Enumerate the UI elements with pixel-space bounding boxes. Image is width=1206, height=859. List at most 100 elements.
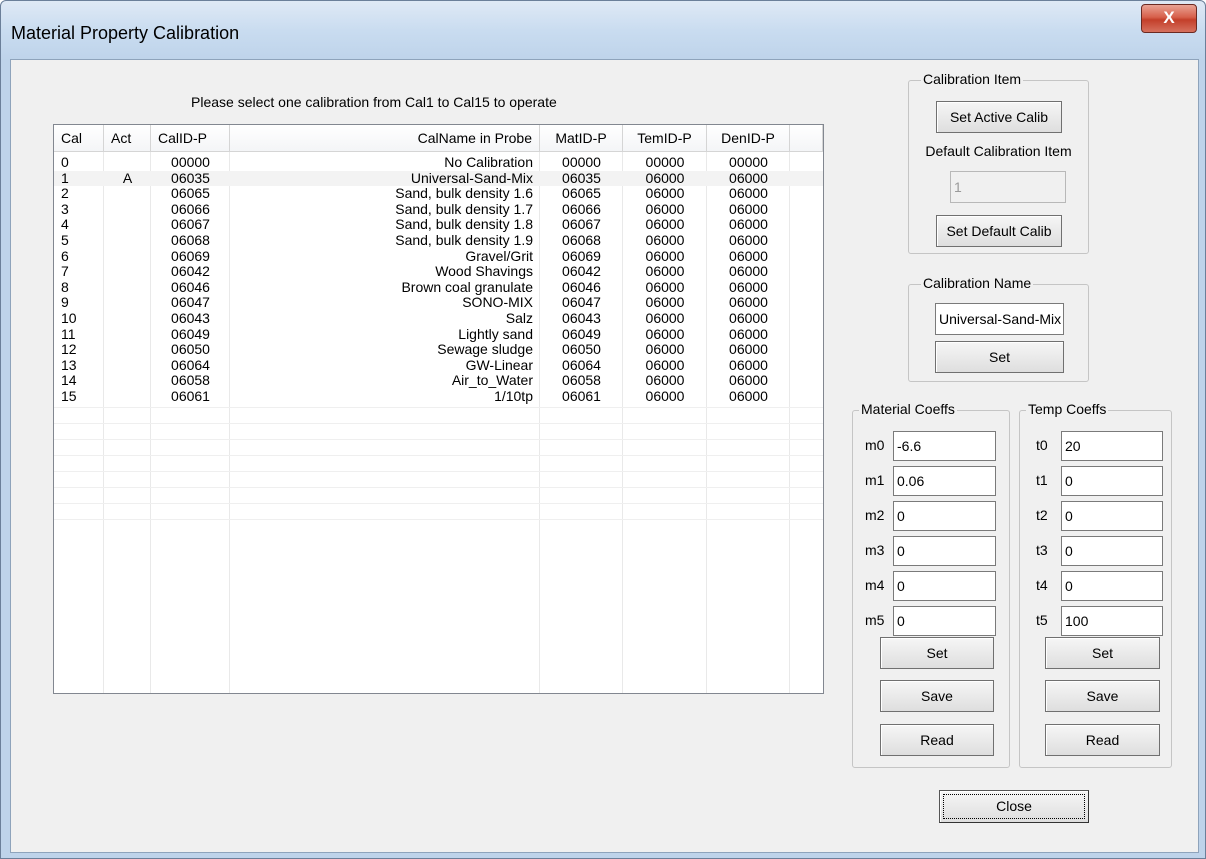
table-cell: 06000 [645,278,685,295]
dialog-window: Material Property Calibration X Please s… [0,0,1206,859]
table-row[interactable]: 14 06058 Air_to_Water 06058 06000 06000 [54,373,823,388]
table-cell: 06066 [171,200,210,217]
temp-coeffs-label: t0 [1036,437,1048,453]
temp-coeffs-field[interactable]: 0 [1061,466,1163,496]
set-calibration-name-button[interactable]: Set [935,341,1064,373]
calibration-table[interactable]: Cal Act CalID-P CalName in Probe MatID-P… [53,124,824,694]
table-cell: 00000 [562,154,601,170]
material-coeffs-label: m2 [865,507,885,523]
table-cell: 5 [61,232,69,248]
material-coeffs-field[interactable]: 0 [893,536,996,566]
table-cell: 06000 [645,263,685,280]
table-cell: 0 [61,154,69,170]
table-row[interactable]: 6 06069 Gravel/Grit 06069 06000 06000 [54,247,823,264]
table-cell: Sand, bulk density 1.6 [395,185,533,202]
table-cell: 06000 [645,356,685,373]
table-cell: 06069 [562,247,601,264]
calibration-item-group: Calibration Item Set Active Calib Defaul… [908,71,1089,254]
dialog-client-area: Please select one calibration from Cal1 … [10,59,1199,853]
table-cell: 06000 [645,388,685,404]
table-cell: 06000 [729,388,768,404]
table-cell: 06049 [562,325,601,342]
table-row[interactable]: 3 06066 Sand, bulk density 1.7 06066 06000 06… [54,200,823,217]
table-cell: 06043 [562,310,601,326]
material-coeffs-field[interactable]: 0 [893,501,996,531]
table-row[interactable]: 7 06042 Wood Shavings 06042 06000 06000 [54,264,823,279]
table-cell: 6 [61,247,69,264]
material-coeffs-field[interactable]: 0 [893,571,996,601]
table-row[interactable]: 13 06064 GW-Linear 06064 06000 06000 [54,356,823,373]
temp-coeffs-field[interactable]: 0 [1061,536,1163,566]
column-header-act[interactable]: Act [104,125,151,152]
table-cell: 06000 [645,294,685,311]
temp-save-button[interactable]: Save [1045,680,1160,712]
column-header-denid[interactable]: DenID-P [707,125,790,152]
column-header-calname[interactable]: CalName in Probe [230,125,540,152]
temp-set-button[interactable]: Set [1045,637,1160,669]
column-header-filler [790,125,823,152]
table-cell: 06050 [562,341,601,358]
close-window-button[interactable]: X [1141,4,1197,33]
calibration-name-field[interactable]: Universal-Sand-Mix [935,303,1064,335]
table-cell: 06000 [729,356,768,373]
material-coeffs-field[interactable]: 0 [893,606,996,636]
grid-hline [54,486,823,488]
table-cell: 06035 [562,169,601,186]
temp-coeffs-legend: Temp Coeffs [1026,401,1109,417]
temp-coeffs-field[interactable]: 0 [1061,501,1163,531]
table-cell: 06069 [171,247,210,264]
table-cell: 06000 [729,200,768,217]
temp-coeffs-field[interactable]: 0 [1061,571,1163,601]
table-cell: Universal-Sand-Mix [410,169,533,186]
close-button[interactable]: Close [939,790,1089,823]
instruction-text: Please select one calibration from Cal1 … [191,94,557,110]
table-cell: 06000 [729,294,768,311]
material-save-button[interactable]: Save [880,680,994,712]
table-row[interactable]: 10 06043 Salz 06043 06000 06000 [54,311,823,326]
table-cell: 06000 [645,247,685,264]
column-header-calid[interactable]: CalID-P [151,125,230,152]
grid-hline [54,406,823,408]
material-coeffs-field[interactable]: -6.6 [893,431,996,461]
column-header-cal[interactable]: Cal [54,125,104,152]
table-row[interactable]: 11 06049 Lightly sand 06049 06000 06000 [54,325,823,342]
material-read-button[interactable]: Read [880,724,994,756]
temp-coeffs-field[interactable]: 20 [1061,431,1163,461]
material-coeffs-legend: Material Coeffs [859,401,957,417]
material-coeffs-label: m0 [865,437,885,453]
table-cell: 06067 [171,216,210,233]
table-row[interactable]: 4 06067 Sand, bulk density 1.8 06067 06000 06… [54,217,823,232]
column-header-matid[interactable]: MatID-P [540,125,623,152]
table-cell: 06000 [645,169,685,186]
material-coeffs-field[interactable]: 0.06 [893,466,996,496]
calibration-item-legend: Calibration Item [921,71,1024,87]
temp-coeffs-field[interactable]: 100 [1061,606,1163,636]
table-cell: 06042 [171,263,210,280]
table-row[interactable]: 8 06046 Brown coal granulate 06046 06000 0600… [54,278,823,295]
temp-coeffs-label: t2 [1036,507,1048,523]
table-cell: 06000 [729,310,768,326]
set-active-calib-button[interactable]: Set Active Calib [936,101,1062,133]
grid-hline [54,502,823,504]
table-cell: 06035 [171,169,210,186]
table-row[interactable]: 1 A 06035 Universal-Sand-Mix 06035 06000 06000 [54,169,823,186]
table-cell: A [122,169,133,186]
set-default-calib-button[interactable]: Set Default Calib [936,215,1062,247]
table-row[interactable]: 0 00000 No Calibration 00000 00000 00000 [54,155,823,170]
table-row[interactable]: 15 06061 1/10tp 06061 06000 06000 [54,389,823,404]
table-row[interactable]: 12 06050 Sewage sludge 06050 06000 06000 [54,342,823,357]
material-set-button[interactable]: Set [880,637,994,669]
table-cell: 00000 [729,154,768,170]
table-row[interactable]: 5 06068 Sand, bulk density 1.9 06068 06000 06… [54,233,823,248]
table-cell: 06064 [562,356,601,373]
table-cell: 06066 [562,200,601,217]
column-header-temid[interactable]: TemID-P [623,125,707,152]
table-row[interactable]: 9 06047 SONO-MIX 06047 06000 06000 [54,295,823,310]
table-cell: 06000 [729,341,768,358]
table-cell: 06000 [729,169,768,186]
table-cell: Sand, bulk density 1.7 [395,200,533,217]
table-cell: 06050 [171,341,210,358]
table-cell: 4 [61,216,69,233]
table-row[interactable]: 2 06065 Sand, bulk density 1.6 06065 06000 06… [54,186,823,201]
temp-read-button[interactable]: Read [1045,724,1160,756]
